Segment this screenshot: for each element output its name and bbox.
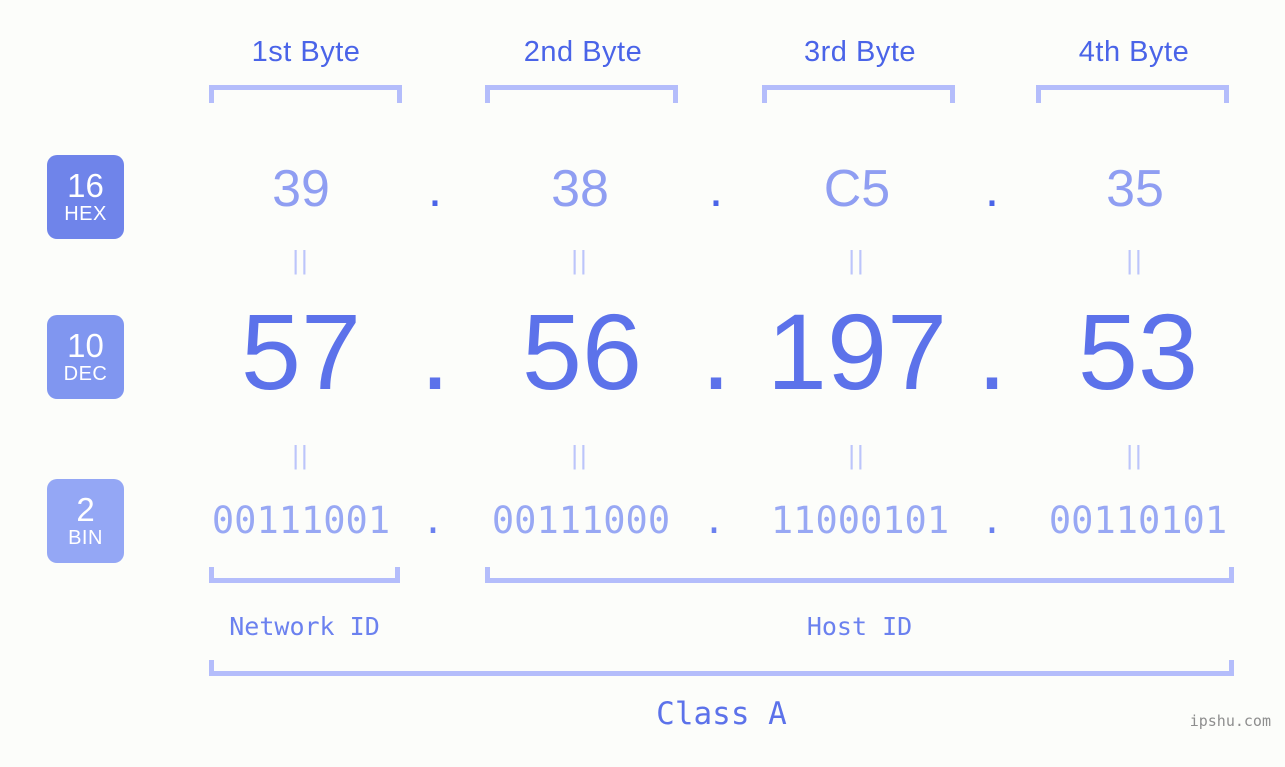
equals-mark-hex-dec-4: || [1126,245,1144,275]
equals-mark-hex-dec-3: || [848,245,866,275]
base-badge-hex-name: HEX [64,203,107,225]
hex-octet-1: 39 [272,160,330,218]
bin-separator-2: . [702,499,726,542]
hex-separator-2: . [708,160,724,218]
base-badge-hex: 16 HEX [47,155,124,239]
hex-octet-4: 35 [1106,160,1164,218]
equals-mark-dec-bin-3: || [848,440,866,470]
byte-header-1: 1st Byte [251,36,361,68]
byte-header-4: 4th Byte [1078,36,1190,68]
hex-octet-2: 38 [551,160,609,218]
equals-mark-dec-bin-2: || [571,440,589,470]
dec-octet-4: 53 [1077,291,1199,412]
base-badge-dec-number: 10 [67,327,104,364]
dec-octet-3: 197 [766,291,948,412]
base-badge-dec: 10 DEC [47,315,124,399]
byte-bracket-top-3 [762,85,955,103]
byte-header-2: 2nd Byte [523,36,643,68]
ip-address-breakdown-diagram: 1st Byte 2nd Byte 3rd Byte 4th Byte 16 H… [0,0,1285,767]
byte-bracket-top-4 [1036,85,1229,103]
byte-header-3: 3rd Byte [804,36,916,68]
dec-separator-3: . [976,291,1007,412]
base-badge-bin-number: 2 [76,491,95,528]
byte-bracket-top-1 [209,85,402,103]
equals-mark-dec-bin-1: || [292,440,310,470]
base-badge-hex-number: 16 [67,167,104,204]
network-id-bracket [209,567,400,583]
class-bracket [209,660,1234,676]
equals-mark-hex-dec-1: || [292,245,310,275]
base-badge-bin: 2 BIN [47,479,124,563]
byte-bracket-top-2 [485,85,678,103]
dec-separator-2: . [700,291,731,412]
base-badge-dec-name: DEC [63,363,108,385]
bin-octet-3: 11000101 [770,499,950,542]
bin-octet-4: 00110101 [1048,499,1228,542]
equals-mark-hex-dec-2: || [571,245,589,275]
hex-separator-1: . [427,160,443,218]
host-id-label: Host ID [806,612,913,641]
bin-separator-3: . [980,499,1004,542]
host-id-bracket [485,567,1234,583]
equals-mark-dec-bin-4: || [1126,440,1144,470]
bin-octet-2: 00111000 [491,499,671,542]
base-badge-bin-name: BIN [68,527,103,549]
hex-separator-3: . [984,160,1000,218]
class-label: Class A [656,696,787,732]
bin-separator-1: . [421,499,445,542]
network-id-label: Network ID [229,612,380,641]
dec-separator-1: . [419,291,450,412]
watermark: ipshu.com [1189,712,1271,730]
bin-octet-1: 00111001 [211,499,391,542]
dec-octet-1: 57 [240,291,362,412]
dec-octet-2: 56 [521,291,643,412]
hex-octet-3: C5 [823,160,891,218]
